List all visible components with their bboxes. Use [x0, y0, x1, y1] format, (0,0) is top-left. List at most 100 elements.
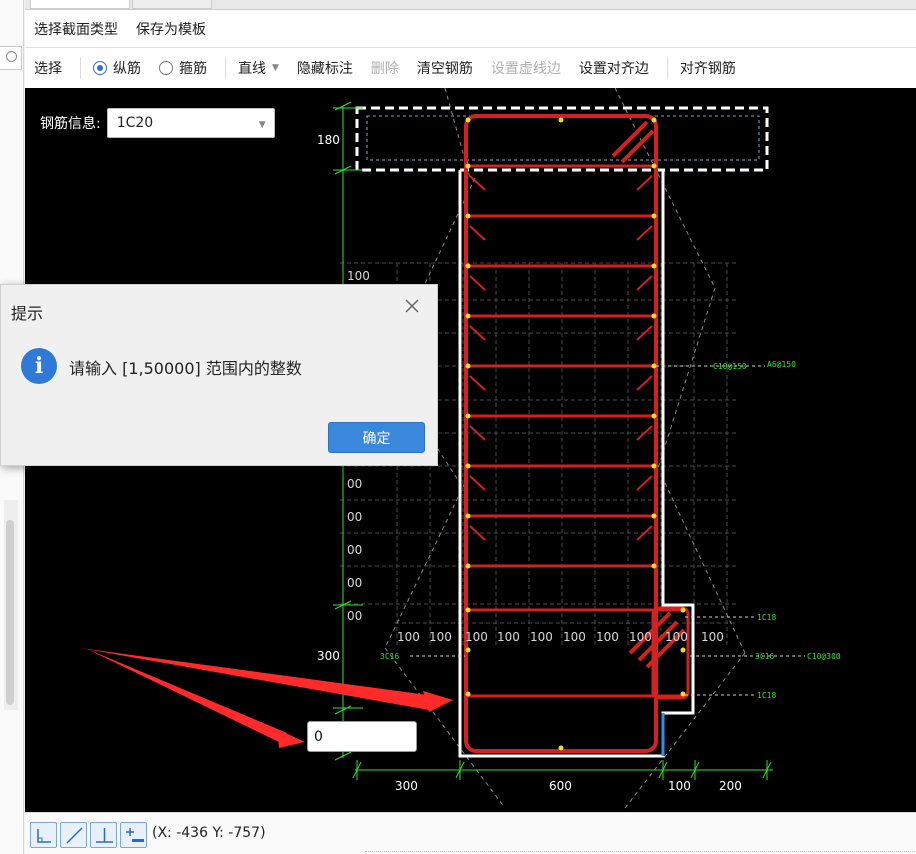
rebar-point[interactable]	[651, 163, 657, 169]
hook-tick	[469, 225, 486, 241]
corner-hook[interactable]	[620, 129, 655, 164]
radio-longitudinal[interactable]: 纵筋	[93, 58, 141, 78]
annotation-text[interactable]: 1C18	[757, 613, 776, 622]
toolbar-separator	[80, 57, 81, 79]
annotation-text[interactable]: 1C18	[757, 691, 776, 700]
rebar-point[interactable]	[465, 163, 471, 169]
grid-left-label: 00	[347, 576, 362, 590]
rebar-info-select[interactable]: 1C20 ▼	[106, 108, 275, 138]
rebar-point[interactable]	[651, 563, 657, 569]
coordinate-readout: (X: -436 Y: -757)	[152, 825, 266, 841]
hook-tick	[469, 475, 486, 491]
rebar-point[interactable]	[465, 607, 471, 613]
annotation-text[interactable]: C10@150	[713, 362, 747, 371]
info-icon: i	[21, 348, 57, 384]
annotation-text[interactable]: 3C16	[380, 652, 399, 661]
web-outline[interactable]	[458, 170, 695, 758]
clear-rebar-button[interactable]: 清空钢筋	[417, 58, 473, 78]
set-align-edge-button[interactable]: 设置对齐边	[579, 58, 649, 78]
rebar-point[interactable]	[465, 313, 471, 319]
dialog-title: 提示	[11, 304, 44, 323]
perpendicular-icon	[96, 828, 113, 843]
grid-label: 100	[497, 630, 520, 644]
radio-stirrup[interactable]: 箍筋	[159, 58, 207, 78]
grid-left-label: 00	[347, 510, 362, 524]
rebar-point[interactable]	[558, 745, 564, 751]
select-section-type-button[interactable]: 选择截面类型	[34, 19, 118, 39]
rebar-point[interactable]	[651, 463, 657, 469]
rebar-point[interactable]	[680, 647, 686, 653]
guide-line	[664, 482, 746, 654]
tab-strip	[25, 0, 916, 10]
prompt-dialog: 提示 i 请输入 [1,50000] 范围内的整数 确定	[0, 284, 438, 466]
rebar-point[interactable]	[680, 607, 686, 613]
select-tool-button[interactable]: 选择	[34, 58, 62, 78]
radio-checked-icon	[93, 61, 107, 75]
hook-tick	[636, 375, 653, 391]
grid-left-label: 100	[347, 269, 370, 283]
rebar-point[interactable]	[680, 691, 686, 697]
rebar-point[interactable]	[465, 213, 471, 219]
arrow-head-lower	[277, 729, 305, 748]
status-bar: (X: -436 Y: -757)	[25, 812, 916, 854]
rebar-point[interactable]	[465, 463, 471, 469]
rebar-point[interactable]	[465, 363, 471, 369]
section-rebar-editor: 选择截面类型 保存为模板 选择 纵筋 箍筋 直线 ▼ 隐藏标注 删除 清空钢筋 …	[0, 0, 916, 854]
dim-text-300-vertical: 300	[317, 649, 340, 663]
rebar-point[interactable]	[651, 513, 657, 519]
annotation-text[interactable]: A6@150	[767, 360, 796, 369]
grid-label: 100	[563, 630, 586, 644]
dim-text-200: 200	[719, 779, 742, 793]
annotation-text[interactable]: 3C16	[755, 652, 774, 661]
search-box[interactable]	[0, 46, 22, 70]
close-icon[interactable]	[401, 295, 423, 317]
rebar-point[interactable]	[651, 363, 657, 369]
ok-button[interactable]: 确定	[328, 422, 425, 453]
hook-tick	[636, 275, 653, 291]
line-dropdown-label: 直线	[238, 61, 266, 77]
save-as-template-button[interactable]: 保存为模板	[136, 19, 206, 39]
line-dropdown[interactable]: 直线 ▼	[238, 58, 279, 78]
rebar-point[interactable]	[651, 263, 657, 269]
search-icon[interactable]	[6, 51, 17, 62]
snap-endpoint-button[interactable]	[30, 822, 57, 848]
chevron-down-icon: ▼	[272, 63, 279, 73]
rebar-point[interactable]	[465, 117, 471, 123]
rebar-info-label: 钢筋信息:	[40, 116, 101, 132]
hook-tick	[469, 375, 486, 391]
rebar-point[interactable]	[465, 513, 471, 519]
hide-dims-button[interactable]: 隐藏标注	[297, 58, 353, 78]
dim-text-100: 100	[668, 779, 691, 793]
rebar-point[interactable]	[651, 413, 657, 419]
grid-label: 100	[665, 630, 688, 644]
rebar-point[interactable]	[651, 213, 657, 219]
annotation-text[interactable]: C10@300	[807, 652, 841, 661]
align-rebar-button[interactable]: 对齐钢筋	[680, 58, 736, 78]
rebar-point[interactable]	[651, 313, 657, 319]
tab-active[interactable]	[30, 0, 130, 9]
snap-add-button[interactable]	[120, 822, 147, 848]
grid-label: 100	[397, 630, 420, 644]
snap-line-button[interactable]	[60, 822, 87, 848]
snap-perpendicular-button[interactable]	[90, 822, 117, 848]
rebar-point[interactable]	[465, 413, 471, 419]
rebar-point[interactable]	[465, 563, 471, 569]
rebar-point[interactable]	[465, 647, 471, 653]
diagonal-line-icon	[66, 827, 83, 844]
plus-line-icon	[126, 828, 144, 842]
arrow-shaft-lower	[85, 648, 287, 743]
set-dashed-edge-button[interactable]: 设置虚线边	[491, 58, 561, 78]
delete-button[interactable]: 删除	[371, 58, 399, 78]
tab-inactive[interactable]	[132, 0, 212, 9]
dimension-input[interactable]	[307, 721, 417, 752]
rebar-point[interactable]	[558, 117, 564, 123]
radio-stirrup-label: 箍筋	[179, 61, 207, 77]
rebar-info-row: 钢筋信息: 1C20 ▼	[40, 108, 275, 138]
corner-hook[interactable]	[611, 120, 649, 158]
hook-tick	[636, 475, 653, 491]
rebar-point[interactable]	[465, 691, 471, 697]
rebar-point[interactable]	[465, 263, 471, 269]
rebar-point[interactable]	[651, 117, 657, 123]
left-scrollbar-thumb[interactable]	[6, 520, 14, 705]
menu-row: 选择截面类型 保存为模板	[25, 10, 916, 48]
